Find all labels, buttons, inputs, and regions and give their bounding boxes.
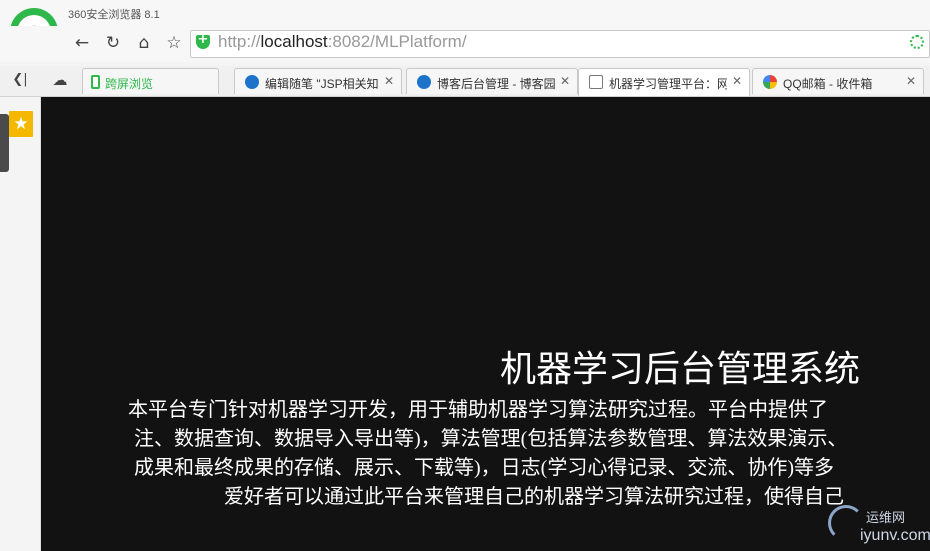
cloud-icon[interactable]: ☁ [48,69,72,91]
app-title: 360安全浏览器 8.1 [68,9,160,21]
tab-ml-platform[interactable]: 机器学习管理平台：网 ✕ [578,68,750,96]
url-path: :8082/MLPlatform/ [327,32,467,51]
site-icon [245,75,259,89]
url-scheme: http:// [218,32,261,51]
description-line: 成果和最终成果的存储、展示、下载等)，日志(学习心得记录、交流、协作)等多 [134,457,834,479]
watermark-en: iyunv.com [860,527,930,544]
shield-icon[interactable] [196,32,210,49]
description-line: 注、数据查询、数据导入导出等)，算法管理(包括算法参数管理、算法效果演示、 [134,428,848,450]
page-title: 机器学习后台管理系统 [500,349,861,389]
tab-label: 博客后台管理 - 博客园 [437,77,555,91]
favorites-star-icon[interactable]: ★ [9,111,33,137]
description-line: 本平台专门针对机器学习开发，用于辅助机器学习算法研究过程。平台中提供了 [128,399,828,421]
tab-label: 机器学习管理平台：网 [609,77,727,91]
tab-label: 编辑随笔 "JSP相关知识 [265,77,379,91]
sidebar-handle[interactable] [0,114,9,172]
tab-cross-screen[interactable]: 跨屏浏览 [82,68,219,94]
qq-mail-icon [763,75,777,89]
description-line: 爱好者可以通过此平台来管理自己的机器学习算法研究过程，使得自己 [224,486,844,508]
reload-icon[interactable]: ↻ [101,32,125,54]
arrow-left-icon[interactable]: ← [70,32,94,54]
url-text[interactable]: http://localhost:8082/MLPlatform/ [218,29,467,55]
tab-strip: ❮| ☁ 跨屏浏览 编辑随笔 "JSP相关知识 ✕ 博客后台管理 - 博客园 ✕… [0,66,930,97]
tab-label: 跨屏浏览 [105,77,154,91]
close-icon[interactable]: ✕ [906,74,916,88]
home-icon[interactable]: ⌂ [132,32,156,54]
page-content [41,97,930,551]
tab-edit-post[interactable]: 编辑随笔 "JSP相关知识 ✕ [234,68,402,94]
tab-qq-mail[interactable]: QQ邮箱 - 收件箱 ✕ [752,68,924,94]
watermark-cn: 运维网 [866,510,906,525]
collapse-icon[interactable]: ❮| [8,69,32,91]
star-icon[interactable]: ☆ [162,32,186,54]
loading-icon [910,35,924,49]
page-icon [589,75,603,89]
close-icon[interactable]: ✕ [560,74,570,88]
watermark-logo-icon [828,505,864,541]
tab-label: QQ邮箱 - 收件箱 [783,77,873,91]
close-icon[interactable]: ✕ [732,74,742,88]
tab-blog-admin[interactable]: 博客后台管理 - 博客园 ✕ [406,68,578,94]
phone-icon [91,75,100,89]
site-icon [417,75,431,89]
url-host: localhost [260,32,328,51]
close-icon[interactable]: ✕ [384,74,394,88]
title-bar: 360安全浏览器 8.1 [0,0,930,26]
